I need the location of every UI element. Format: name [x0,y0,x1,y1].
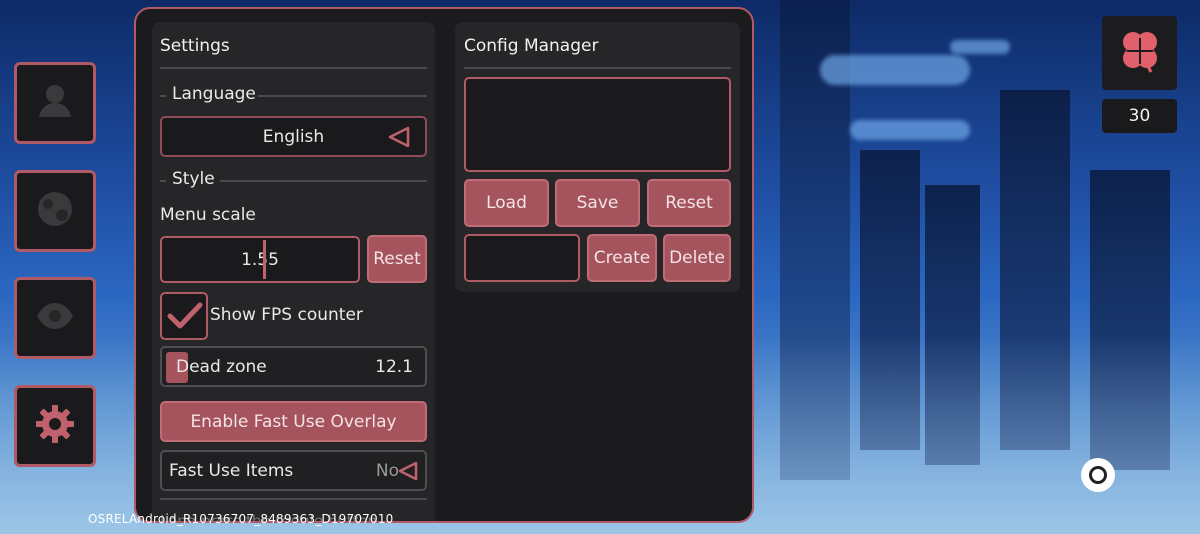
fast-use-items-label: Fast Use Items [169,461,294,481]
delete-button[interactable]: Delete [663,234,731,282]
language-label: Language [172,84,256,104]
sidebar-item-profile[interactable] [14,62,96,144]
style-label: Style [172,169,215,189]
record-icon[interactable] [1081,458,1115,492]
config-manager-title: Config Manager [464,36,599,56]
user-icon [33,79,77,127]
sidebar-item-visuals[interactable] [14,277,96,359]
caret-left-icon [387,126,411,152]
divider [160,498,427,500]
slider-handle[interactable] [263,240,266,279]
settings-card: Settings Language English Style Menu sca… [152,22,435,521]
menu-scale-slider[interactable]: 1.55 [160,236,360,283]
menu-toggle-button[interactable] [1102,16,1177,90]
language-line-right [258,95,427,97]
settings-title: Settings [160,36,230,56]
sidebar-item-world[interactable] [14,170,96,252]
show-fps-label: Show FPS counter [210,305,363,325]
dead-zone-slider[interactable]: Dead zone 12.1 [160,346,427,387]
style-line-left [160,180,166,182]
checkmark-icon [167,301,203,335]
fps-counter: 30 [1102,99,1177,133]
menu-scale-reset-button[interactable]: Reset [367,235,427,283]
divider [464,67,731,69]
divider [160,67,427,69]
config-list[interactable] [464,77,731,172]
clover-icon [1113,24,1167,82]
load-button[interactable]: Load [464,179,549,227]
watermark-text: OSRELAndroid_R10736707_8489363_D19707010 [88,512,394,526]
create-button[interactable]: Create [587,234,657,282]
save-button[interactable]: Save [555,179,640,227]
sidebar-item-settings[interactable] [14,385,96,467]
eye-icon [33,294,77,342]
language-select[interactable]: English [160,116,427,157]
enable-fast-use-overlay-button[interactable]: Enable Fast Use Overlay [160,401,427,442]
globe-icon [33,187,77,235]
config-manager-card: Config Manager Load Save Reset Create De… [455,22,740,292]
menu-scale-label: Menu scale [160,205,256,225]
config-name-input[interactable] [464,234,580,282]
show-fps-checkbox[interactable] [160,292,208,340]
reset-button[interactable]: Reset [647,179,731,227]
caret-left-icon [397,461,419,485]
language-value: English [262,127,325,147]
language-line-left [160,95,166,97]
gear-icon [33,402,77,450]
menu-scale-value: 1.55 [241,250,279,270]
menu-panel: Settings Language English Style Menu sca… [134,7,754,523]
dead-zone-label: Dead zone [176,357,267,377]
style-line-right [220,180,427,182]
fast-use-items-select[interactable]: Fast Use Items No [160,450,427,491]
dead-zone-value: 12.1 [375,357,413,377]
fast-use-items-value: No [375,461,399,481]
